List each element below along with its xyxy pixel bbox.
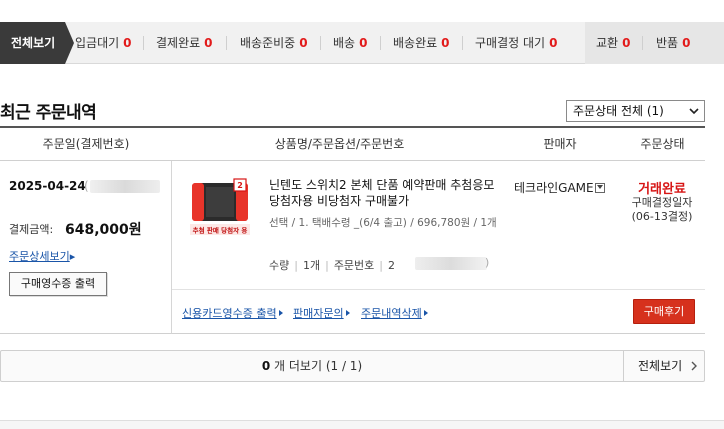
tab-label: 구매결정 대기: [475, 36, 546, 50]
card-receipt-link-label: 신용카드영수증 출력: [182, 307, 277, 320]
chevron-right-icon: [691, 361, 697, 371]
tab-label: 교환: [596, 36, 619, 50]
seller-name-label: 테크라인GAME: [514, 181, 594, 195]
order-status: 거래완료: [638, 182, 686, 197]
tab-divider: [642, 36, 643, 50]
triangle-right-icon: [278, 310, 283, 316]
order-date: 2025-04-24: [9, 179, 86, 193]
purchase-decision-info: 구매결정일자 (06-13결정): [622, 196, 702, 224]
tab-count: 0: [204, 36, 213, 50]
header-order-date: 주문일(결제번호): [42, 137, 130, 151]
tab-label: 입금대기: [75, 36, 120, 50]
payment-amount-label: 결제금액:: [9, 223, 54, 236]
masked-payment-number: [90, 180, 160, 193]
load-more-button[interactable]: 0 개 더보기 (1 / 1): [1, 351, 623, 381]
view-all-button[interactable]: 전체보기: [623, 351, 704, 381]
quantity-order-number-line: 수량 | 1개 | 주문번호 | 2: [269, 259, 396, 272]
quantity-label: 수량: [269, 259, 290, 272]
tab-divider: [320, 36, 321, 50]
load-more-label: 개 더보기 (1 / 1): [274, 359, 363, 373]
tab-awaiting-deposit[interactable]: 입금대기 0: [75, 22, 132, 64]
tab-label: 배송준비중: [240, 36, 296, 50]
order-actions-bar: 신용카드영수증 출력 판매자문의 주문내역삭제 구매후기: [172, 289, 705, 334]
tab-count: 0: [682, 36, 691, 50]
tab-count: 0: [549, 36, 558, 50]
print-receipt-button[interactable]: 구매영수증 출력: [9, 272, 107, 296]
triangle-right-icon: [423, 310, 428, 316]
tab-label: 배송완료: [393, 36, 438, 50]
header-product: 상품명/주문옵션/주문번호: [274, 137, 405, 151]
tab-label: 배송: [333, 36, 356, 50]
purchase-decision-date: (06-13결정): [631, 210, 693, 223]
purchase-decision-label: 구매결정일자: [631, 196, 693, 209]
svg-text:추첨 판매 당첨자 용: 추첨 판매 당첨자 용: [193, 226, 248, 235]
page-title: 최근 주문내역: [0, 103, 97, 123]
product-name[interactable]: 닌텐도 스위치2 본체 단품 예약판매 추첨응모당첨자용 비당첨자 구매불가: [269, 177, 501, 209]
product-option: 선택 / 1. 택배수령 _(6/4 출고) / 696,780원 / 1개: [269, 217, 497, 229]
write-review-button[interactable]: 구매후기: [633, 299, 695, 324]
chevron-down-icon: [689, 108, 699, 115]
header-seller: 판매자: [543, 137, 577, 151]
tab-delivered[interactable]: 배송완료 0: [393, 22, 450, 64]
tab-return[interactable]: 반품 0: [656, 22, 690, 64]
tab-preparing-shipment[interactable]: 배송준비중 0: [240, 22, 308, 64]
remaining-count: 0: [261, 359, 271, 373]
quantity-value: 1개: [302, 259, 321, 272]
product-thumbnail[interactable]: 2 추첨 판매 당첨자 용: [190, 177, 250, 239]
order-detail-link-label: 주문상세보기: [9, 250, 70, 263]
tab-exchange[interactable]: 교환 0: [596, 22, 630, 64]
order-summary-cell: 2025-04-24 ( 결제금액: 648,000원 주문상세보기▸ 구매영수…: [0, 161, 172, 334]
svg-text:2: 2: [237, 181, 243, 190]
triangle-right-icon: [345, 310, 350, 316]
tab-payment-complete[interactable]: 결제완료 0: [156, 22, 213, 64]
tab-divider: [226, 36, 227, 50]
tab-count: 0: [123, 36, 132, 50]
masked-order-number: [415, 257, 487, 270]
tab-all[interactable]: 전체보기: [0, 22, 74, 64]
tab-divider: [380, 36, 381, 50]
tab-count: 0: [299, 36, 308, 50]
arrow-right-icon: ▸: [69, 250, 76, 263]
tab-count: 0: [441, 36, 450, 50]
card-receipt-link[interactable]: 신용카드영수증 출력: [182, 305, 283, 321]
footer-divider: [0, 420, 724, 429]
order-table-header: 주문일(결제번호) 상품명/주문옵션/주문번호 판매자 주문상태: [0, 126, 705, 161]
tab-count: 0: [359, 36, 368, 50]
tab-shipping[interactable]: 배송 0: [333, 22, 367, 64]
order-number-close-paren: ): [485, 256, 490, 269]
delete-order-link-label: 주문내역삭제: [361, 307, 422, 320]
tab-count: 0: [622, 36, 631, 50]
pagination-bar: 0 개 더보기 (1 / 1) 전체보기: [0, 350, 705, 382]
payment-amount: 648,000원: [65, 222, 142, 238]
order-status-tabs: 전체보기 입금대기 0 결제완료 0 배송준비중 0 배송 0 배송완료 0 구매결정 대…: [0, 22, 724, 64]
tab-label: 반품: [656, 36, 679, 50]
tab-divider: [143, 36, 144, 50]
tab-label: 결제완료: [156, 36, 201, 50]
order-detail-link[interactable]: 주문상세보기▸: [9, 248, 75, 264]
seller-name[interactable]: 테크라인GAME: [514, 179, 605, 196]
order-number-prefix: 2: [388, 259, 396, 272]
filter-selected-value: 주문상태 전체 (1): [573, 104, 664, 118]
view-all-label: 전체보기: [638, 359, 683, 373]
tab-divider: [462, 36, 463, 50]
order-number-label: 주문번호: [333, 259, 375, 272]
seller-inquiry-link-label: 판매자문의: [293, 307, 344, 320]
tab-awaiting-purchase-decision[interactable]: 구매결정 대기 0: [475, 22, 557, 64]
header-order-status: 주문상태: [640, 137, 685, 151]
order-item-cell: 2 추첨 판매 당첨자 용 닌텐도 스위치2 본체 단품 예약판매 추첨응모당첨…: [172, 161, 705, 334]
seller-dropdown-icon[interactable]: [594, 183, 605, 193]
order-status-filter[interactable]: 주문상태 전체 (1): [566, 100, 705, 122]
seller-inquiry-link[interactable]: 판매자문의: [293, 305, 350, 321]
delete-order-link[interactable]: 주문내역삭제: [361, 305, 428, 321]
payment-number-open-paren: (: [84, 179, 89, 193]
